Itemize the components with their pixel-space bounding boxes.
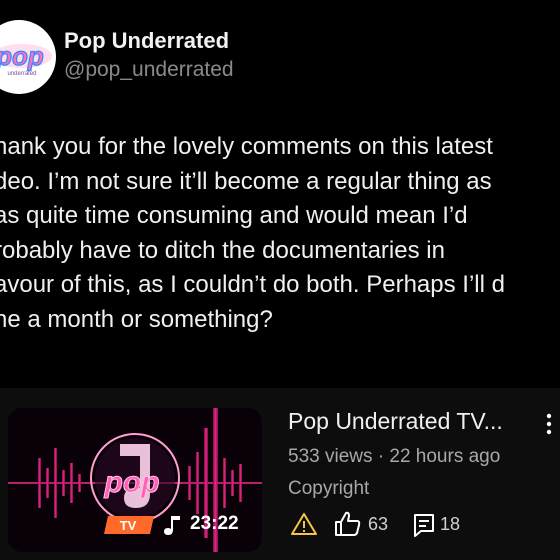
- post-line: avour of this, as I couldn’t do both. Pe…: [0, 271, 505, 298]
- video-views-time: 533 views · 22 hours ago: [288, 446, 501, 467]
- thumbs-up-icon[interactable]: [333, 510, 363, 538]
- video-title[interactable]: Pop Underrated TV...: [288, 408, 503, 435]
- post-line: hank you for the lovely comments on this…: [0, 133, 493, 160]
- comment-count: 18: [440, 514, 461, 534]
- warning-icon[interactable]: [290, 512, 318, 536]
- handle[interactable]: @pop_underrated: [64, 58, 234, 82]
- display-name[interactable]: Pop Underrated: [64, 28, 229, 54]
- svg-text:TV: TV: [120, 518, 137, 533]
- tv-badge: TV: [104, 516, 154, 534]
- copyright-label: Copyright: [288, 478, 370, 499]
- more-vertical-icon[interactable]: [544, 412, 554, 436]
- svg-text:pop: pop: [104, 466, 160, 499]
- post-text: hank you for the lovely comments on this…: [0, 130, 560, 337]
- pop-logo: pop underrated: [0, 40, 52, 77]
- avatar[interactable]: pop underrated: [0, 20, 56, 94]
- video-duration: 23:22: [190, 513, 239, 534]
- post-line: as quite time consuming and would mean I…: [0, 202, 468, 229]
- post-line: robably have to ditch the documentaries …: [0, 236, 445, 264]
- svg-text:underrated: underrated: [7, 71, 36, 77]
- post-line: deo. I’m not sure it’ll become a regular…: [0, 167, 492, 195]
- svg-text:pop: pop: [0, 41, 44, 71]
- like-count: 63: [368, 514, 389, 534]
- post-line: ne a month or something?: [0, 305, 273, 333]
- comment-icon[interactable]: [412, 512, 436, 538]
- music-note-icon: [164, 516, 180, 535]
